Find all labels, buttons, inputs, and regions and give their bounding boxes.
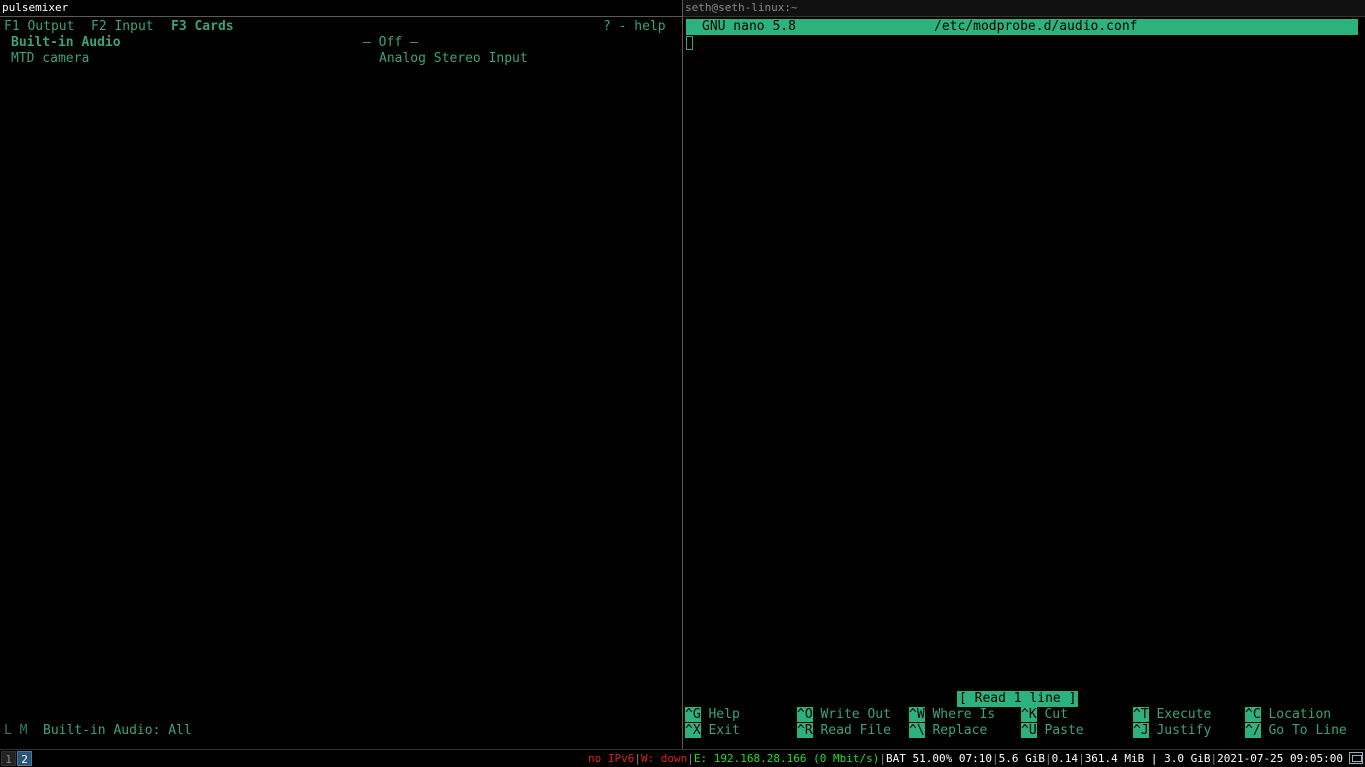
workspace-button-2[interactable]: 2: [17, 751, 32, 766]
load-status: 0.14: [1051, 752, 1079, 765]
help-hint: ? - help: [603, 19, 666, 34]
window-title: pulsemixer: [0, 0, 682, 17]
shortcut-write-out[interactable]: ^O Write Out: [797, 707, 891, 723]
shortcut-cut[interactable]: ^K Cut: [1021, 707, 1068, 723]
wireless-status: W: down: [640, 752, 688, 765]
nano-editor[interactable]: GNU nano 5.8/etc/modprobe.d/audio.conf […: [683, 17, 1365, 749]
footer-flags: L M: [4, 723, 28, 738]
card-name-mtd-camera[interactable]: MTD camera: [11, 51, 89, 67]
nano-filename: /etc/modprobe.d/audio.conf: [934, 19, 1138, 34]
pulsemixer-terminal[interactable]: F1 Output F2 Input F3 Cards ? - help Bui…: [0, 17, 682, 749]
window-title: seth@seth-linux:~: [683, 0, 1365, 17]
footer-status: Built-in Audio: All: [43, 723, 192, 738]
card-profile-mtd-camera[interactable]: Analog Stereo Input: [379, 51, 528, 67]
ipv6-status: no IPv6: [587, 752, 635, 765]
shortcut-location[interactable]: ^C Location: [1245, 707, 1331, 723]
tab-input[interactable]: F2 Input: [91, 19, 154, 35]
shortcut-help[interactable]: ^G Help: [685, 707, 740, 723]
card-name-builtin-audio[interactable]: Built-in Audio: [11, 35, 121, 51]
nano-status-message: [ Read 1 line ]: [957, 691, 1079, 707]
shortcut-paste[interactable]: ^U Paste: [1021, 723, 1084, 739]
tray-window-icon[interactable]: [1349, 752, 1363, 764]
workspace-button-1[interactable]: 1: [1, 751, 16, 766]
tab-output[interactable]: F1 Output: [4, 19, 74, 35]
nano-titlebar: GNU nano 5.8/etc/modprobe.d/audio.conf: [686, 19, 1358, 35]
battery-status: BAT 51.00% 07:10: [885, 752, 992, 765]
shortcut-go-to-line[interactable]: ^/ Go To Line: [1245, 723, 1347, 739]
tab-cards[interactable]: F3 Cards: [171, 19, 234, 35]
shortcut-replace[interactable]: ^\ Replace: [909, 723, 987, 739]
text-cursor[interactable]: [686, 36, 693, 50]
shortcut-read-file[interactable]: ^R Read File: [797, 723, 891, 739]
memory-status: 361.4 MiB | 3.0 GiB: [1084, 752, 1211, 765]
disk-status: 5.6 GiB: [998, 752, 1045, 765]
terminal-window[interactable]: seth@seth-linux:~ GNU nano 5.8/etc/modpr…: [683, 0, 1365, 749]
ethernet-status: E: 192.168.28.166 (0 Mbit/s): [693, 752, 880, 765]
datetime-status: 2021-07-25 09:05:00: [1217, 752, 1343, 765]
shortcut-exit[interactable]: ^X Exit: [685, 723, 740, 739]
nano-version: GNU nano 5.8: [702, 19, 796, 34]
shortcut-justify[interactable]: ^J Justify: [1133, 723, 1211, 739]
shortcut-where-is[interactable]: ^W Where Is: [909, 707, 995, 723]
shortcut-execute[interactable]: ^T Execute: [1133, 707, 1211, 723]
status-blocks: no IPv6|W: down|E: 192.168.28.166 (0 Mbi…: [587, 752, 1343, 765]
card-profile-builtin-audio[interactable]: — Off —: [363, 35, 418, 51]
status-bar: 1 2 no IPv6|W: down|E: 192.168.28.166 (0…: [0, 749, 1365, 767]
pulsemixer-window[interactable]: pulsemixer F1 Output F2 Input F3 Cards ?…: [0, 0, 683, 749]
